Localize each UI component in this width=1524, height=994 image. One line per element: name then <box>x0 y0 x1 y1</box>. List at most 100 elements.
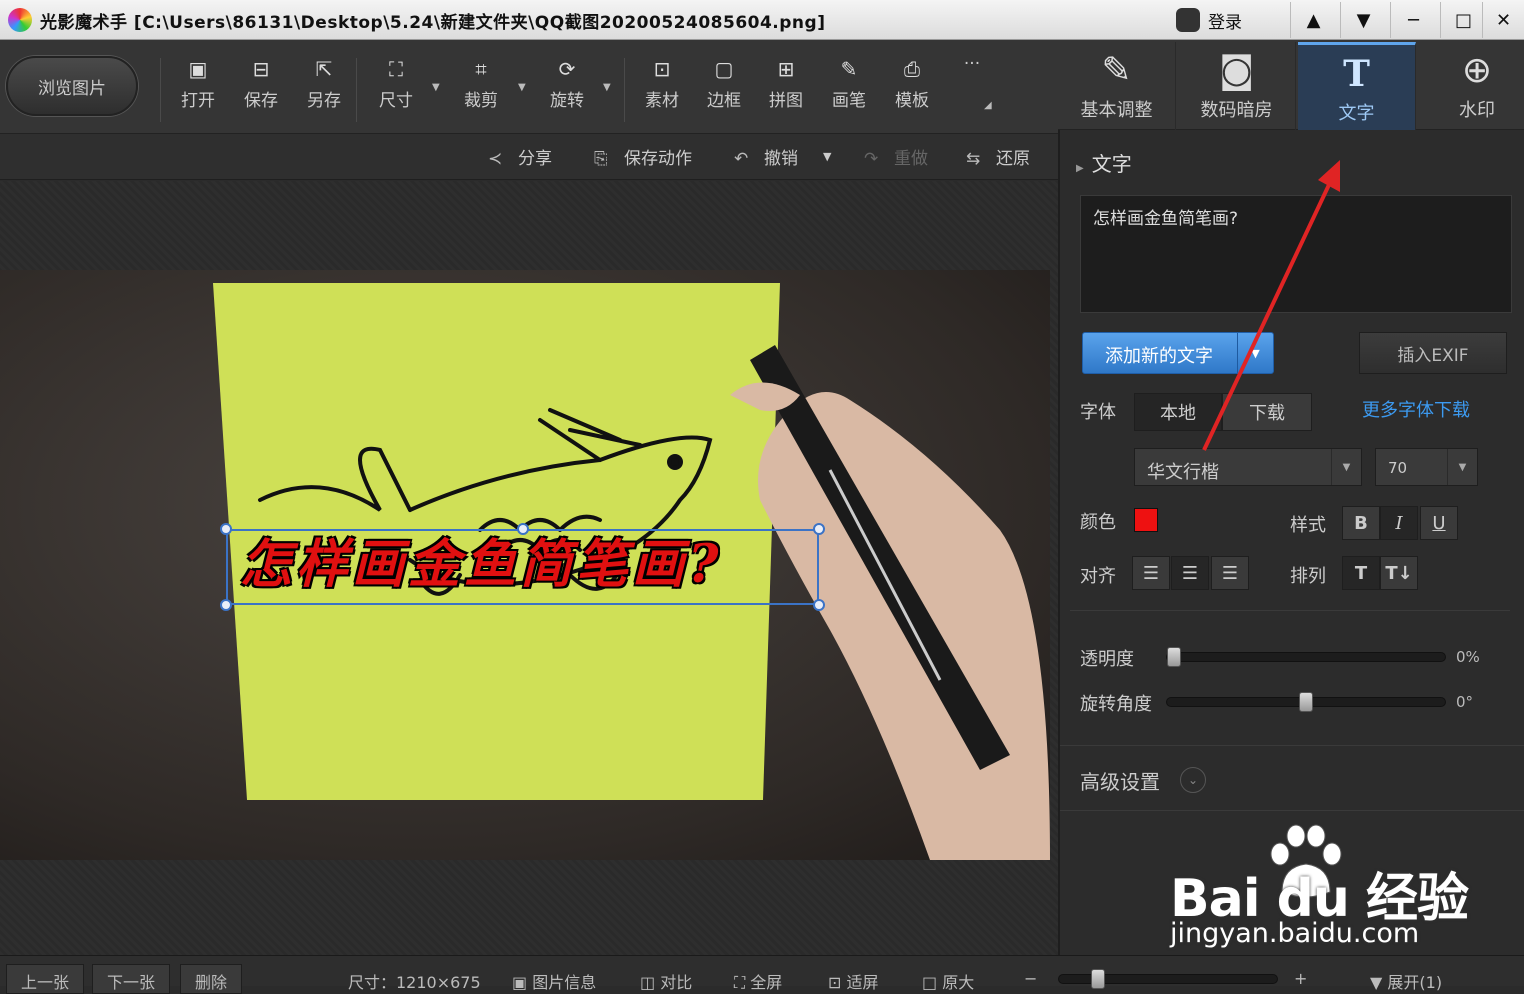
brush-button[interactable]: ✎ 画笔 <box>823 58 875 128</box>
rotate-dropdown-icon[interactable]: ▼ <box>603 82 611 93</box>
crop-button[interactable]: ⌗ 裁剪 <box>455 58 507 128</box>
next-image-button[interactable]: 下一张 <box>92 964 171 994</box>
chevron-down-icon[interactable]: ⌄ <box>1180 767 1206 793</box>
image-info-button[interactable]: ▣ 图片信息 <box>512 969 596 993</box>
material-button[interactable]: ⊡ 素材 <box>636 58 688 128</box>
undo-dropdown-icon[interactable]: ▼ <box>823 150 831 163</box>
color-swatch[interactable] <box>1134 508 1158 532</box>
bold-button[interactable]: B <box>1342 506 1380 540</box>
collage-button[interactable]: ⊞ 拼图 <box>760 58 812 128</box>
minimize-icon[interactable]: ─ <box>1390 2 1436 38</box>
more-tools-button[interactable]: ··· <box>946 54 998 124</box>
skin-icon[interactable]: ▲ <box>1290 2 1336 38</box>
save-icon: ⊟ <box>252 57 270 81</box>
resize-button[interactable]: ⛶ 尺寸 <box>370 58 422 128</box>
resize-dropdown-icon[interactable]: ▼ <box>432 82 440 93</box>
align-center-icon[interactable]: ☰ <box>1171 556 1209 590</box>
undo-button[interactable]: ↶ 撤销 <box>734 144 798 169</box>
save-action-label: 保存动作 <box>624 149 692 169</box>
restore-icon: ⇆ <box>966 149 981 169</box>
vertical-text-icon[interactable]: T↓ <box>1380 556 1418 590</box>
expand-button[interactable]: ▼ 展开(1) <box>1370 969 1442 993</box>
underline-button[interactable]: U <box>1420 506 1458 540</box>
fit-screen-icon: ⊡ <box>828 973 847 992</box>
arrange-label: 排列 <box>1290 566 1326 587</box>
material-label: 素材 <box>645 91 679 111</box>
original-size-button[interactable]: □ 原大 <box>922 969 974 993</box>
maximize-icon[interactable]: □ <box>1440 2 1486 38</box>
close-icon[interactable]: ✕ <box>1482 2 1524 38</box>
tab-basic-adjust[interactable]: ✎ 基本调整 <box>1058 42 1176 130</box>
advanced-settings-label[interactable]: 高级设置 <box>1080 766 1160 795</box>
horizontal-text-icon[interactable]: T <box>1342 556 1380 590</box>
action-bar: ≺ 分享 ⎘ 保存动作 ↶ 撤销 ▼ ↷ 重做 ⇆ 还原 <box>0 134 1058 180</box>
save-button[interactable]: ⊟ 保存 <box>235 58 287 128</box>
resize-handle[interactable] <box>220 599 232 611</box>
tab-text[interactable]: T 文字 <box>1298 42 1416 130</box>
rotation-slider-knob[interactable] <box>1299 692 1313 712</box>
toolbar-divider <box>624 58 625 122</box>
edit-icon: ✎ <box>1101 50 1132 91</box>
material-icon: ⊡ <box>653 57 671 81</box>
browse-images-button[interactable]: 浏览图片 <box>6 56 138 116</box>
align-right-icon[interactable]: ☰ <box>1211 556 1249 590</box>
menu-icon[interactable]: ▼ <box>1340 2 1386 38</box>
font-size-select[interactable]: 70 ▼ <box>1375 448 1478 486</box>
fullscreen-button[interactable]: ⛶ 全屏 <box>734 969 782 993</box>
crop-dropdown-icon[interactable]: ▼ <box>518 82 526 93</box>
share-button[interactable]: ≺ 分享 <box>488 144 552 169</box>
tab-digital-darkroom-label: 数码暗房 <box>1200 100 1273 121</box>
expand-label: 展开(1) <box>1387 973 1443 992</box>
resize-handle[interactable] <box>813 599 825 611</box>
rotation-slider[interactable] <box>1166 692 1446 712</box>
restore-button[interactable]: ⇆ 还原 <box>966 144 1030 169</box>
zoom-slider[interactable] <box>1058 969 1278 989</box>
fit-screen-button[interactable]: ⊡ 适屏 <box>828 969 879 993</box>
prev-image-button[interactable]: 上一张 <box>6 964 85 994</box>
zoom-in-icon[interactable]: + <box>1294 969 1307 988</box>
save-action-button[interactable]: ⎘ 保存动作 <box>594 144 692 169</box>
text-icon: T <box>1343 53 1370 95</box>
compare-icon: ◫ <box>640 973 661 992</box>
restore-label: 还原 <box>996 149 1030 169</box>
rotate-button[interactable]: ⟳ 旋转 <box>541 58 593 128</box>
template-icon: ⎙ <box>904 57 920 81</box>
user-icon <box>1176 8 1200 32</box>
color-label: 颜色 <box>1080 512 1116 533</box>
expand-corner-icon[interactable]: ◢ <box>984 100 992 111</box>
rotation-value: 0° <box>1456 693 1474 711</box>
window-title: 光影魔术手 [C:\Users\86131\Desktop\5.24\新建文件夹… <box>40 13 826 33</box>
border-icon: ▢ <box>714 57 734 81</box>
camera-icon: ◙ <box>1219 50 1254 91</box>
border-button[interactable]: ▢ 边框 <box>698 58 750 128</box>
zoom-out-icon[interactable]: − <box>1024 969 1037 988</box>
delete-button[interactable]: 删除 <box>180 964 243 994</box>
save-as-button[interactable]: ⇱ 另存 <box>298 58 350 128</box>
overlay-text[interactable]: 怎样画金鱼简笔画? <box>240 522 722 597</box>
tab-watermark[interactable]: ⊕ 水印 <box>1418 42 1524 130</box>
template-button[interactable]: ⎙ 模板 <box>886 58 938 128</box>
redo-button[interactable]: ↷ 重做 <box>864 144 928 169</box>
crop-icon: ⌗ <box>475 57 487 81</box>
image-size: 尺寸：1210×675 <box>348 973 481 992</box>
opacity-slider-knob[interactable] <box>1167 647 1181 667</box>
insert-exif-button[interactable]: 插入EXIF <box>1359 332 1507 374</box>
more-fonts-link[interactable]: 更多字体下载 <box>1362 396 1470 422</box>
style-label: 样式 <box>1290 515 1326 536</box>
login-button[interactable]: 登录 <box>1172 4 1276 36</box>
redo-icon: ↷ <box>864 149 879 169</box>
align-left-icon[interactable]: ☰ <box>1132 556 1170 590</box>
resize-handle[interactable] <box>813 523 825 535</box>
rotate-icon: ⟳ <box>558 57 576 81</box>
tab-watermark-label: 水印 <box>1459 100 1495 121</box>
toolbar-divider <box>356 58 357 122</box>
zoom-slider-knob[interactable] <box>1091 969 1105 989</box>
open-button[interactable]: ▣ 打开 <box>172 58 224 128</box>
compare-button[interactable]: ◫ 对比 <box>640 969 692 993</box>
italic-button[interactable]: I <box>1380 506 1418 540</box>
resize-handle[interactable] <box>220 523 232 535</box>
tab-digital-darkroom[interactable]: ◙ 数码暗房 <box>1178 42 1296 130</box>
info-icon: ▣ <box>512 973 533 992</box>
opacity-slider[interactable] <box>1166 647 1446 667</box>
image-info-label: 图片信息 <box>532 973 597 992</box>
